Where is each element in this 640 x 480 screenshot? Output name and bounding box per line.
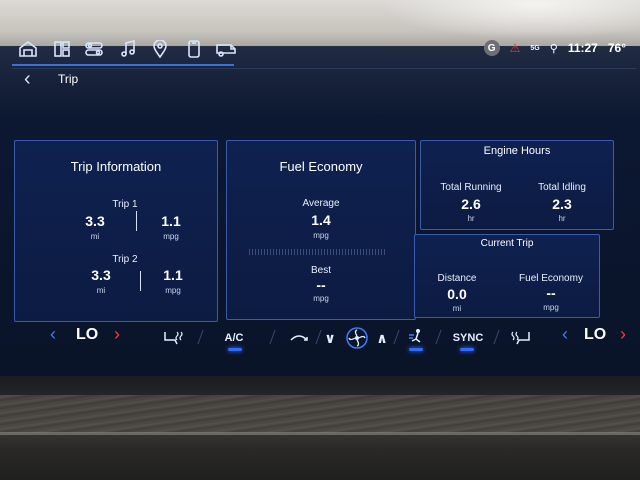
trip2-label: Trip 2	[112, 254, 138, 265]
nav-underline	[12, 64, 234, 66]
climate-divider	[493, 330, 500, 344]
best-label: Best	[310, 265, 331, 276]
trip1-economy: 1.1	[161, 213, 181, 229]
home-icon[interactable]	[16, 38, 40, 60]
phone-icon[interactable]	[182, 38, 206, 60]
left-temp-down-icon[interactable]: ‹	[50, 324, 56, 345]
current-fuel-economy-value: --	[546, 285, 556, 301]
fan-up-icon[interactable]: ∧	[374, 326, 390, 350]
heated-seat-left-button[interactable]	[156, 326, 190, 350]
status-area: G ⚠ 5G ⚲ 11:27 76°	[483, 40, 626, 56]
music-icon[interactable]	[116, 38, 140, 60]
average-unit: mpg	[313, 231, 329, 240]
air-mode-button[interactable]	[404, 326, 428, 350]
back-chevron-icon[interactable]: ‹	[24, 68, 31, 91]
clock: 11:27	[567, 41, 598, 55]
climate-divider	[197, 330, 204, 344]
climate-divider	[269, 330, 276, 344]
sync-button[interactable]: SYNC	[448, 326, 488, 350]
left-temp-value: LO	[76, 326, 99, 343]
chrome-trim-line	[0, 432, 640, 435]
network-label: 5G	[530, 44, 540, 52]
engine-hours-title: Engine Hours	[483, 145, 551, 157]
average-value: 1.4	[311, 212, 331, 228]
fan-icon	[346, 327, 368, 349]
fan-speed-button[interactable]	[344, 326, 370, 350]
page-title: Trip	[58, 72, 79, 86]
climate-divider	[393, 330, 400, 344]
fuel-economy-title: Fuel Economy	[279, 159, 363, 174]
current-trip-card[interactable]: Current Trip Distance 0.0 mi Fuel Econom…	[414, 234, 600, 318]
distance-label: Distance	[437, 273, 477, 284]
total-idling-unit: hr	[558, 214, 566, 223]
trip2-separator	[140, 271, 141, 291]
recirculation-button[interactable]	[284, 326, 314, 350]
climate-divider	[315, 330, 322, 344]
fuel-economy-card[interactable]: Fuel Economy Average 1.4 mpg Best -- mpg	[226, 140, 416, 320]
fan-down-icon[interactable]: ∨	[322, 326, 338, 350]
distance-unit: mi	[452, 304, 462, 313]
trip2-distance-unit: mi	[96, 286, 106, 295]
right-temp-up-icon[interactable]: ›	[620, 324, 626, 345]
climate-divider	[435, 330, 442, 344]
right-temp-down-icon[interactable]: ‹	[562, 324, 568, 345]
alert-icon: ⚠	[509, 41, 521, 55]
total-running-value: 2.6	[461, 196, 481, 212]
trip2-economy: 1.1	[163, 267, 183, 283]
apps-grid-icon[interactable]	[50, 38, 74, 60]
trip1-separator	[136, 211, 137, 231]
climate-bar: ‹ LO › A/C ∨ ∧ SYNC ‹ LO ›	[0, 318, 640, 358]
location-pin-icon[interactable]	[148, 38, 172, 60]
sync-indicator	[460, 348, 474, 351]
ac-indicator	[228, 348, 242, 351]
total-running-label: Total Running	[440, 182, 502, 193]
trip1-distance: 3.3	[85, 213, 105, 229]
engine-hours-card[interactable]: Engine Hours Total Running 2.6 hr Total …	[420, 140, 614, 230]
ac-button[interactable]: A/C	[214, 326, 254, 350]
location-status-icon: ⚲	[549, 42, 558, 55]
heated-seat-icon	[511, 331, 530, 345]
wood-trim	[0, 395, 640, 433]
topbar-divider	[12, 68, 636, 69]
heated-seat-icon	[164, 331, 183, 345]
top-bar: G ⚠ 5G ⚲ 11:27 76°	[12, 34, 632, 66]
total-idling-value: 2.3	[552, 196, 572, 212]
total-idling-label: Total Idling	[538, 182, 586, 193]
profile-avatar[interactable]: G	[483, 40, 500, 56]
left-temp-up-icon[interactable]: ›	[114, 324, 120, 345]
current-fuel-economy-unit: mpg	[543, 303, 559, 312]
trip1-distance-unit: mi	[90, 232, 100, 241]
trip2-distance: 3.3	[91, 267, 111, 283]
heated-seat-right-button[interactable]	[504, 326, 538, 350]
economy-history-bar	[249, 249, 385, 255]
trip2-economy-unit: mpg	[165, 286, 181, 295]
current-fuel-economy-label: Fuel Economy	[519, 273, 583, 284]
trip1-economy-unit: mpg	[163, 232, 179, 241]
total-running-unit: hr	[467, 214, 475, 223]
trip-information-card[interactable]: Trip Information Trip 1 3.3 mi 1.1 mpg T…	[14, 140, 218, 322]
best-value: --	[316, 277, 326, 293]
current-trip-title: Current Trip	[480, 238, 534, 249]
trip1-label: Trip 1	[112, 199, 138, 210]
distance-value: 0.0	[447, 286, 467, 302]
air-mode-indicator	[409, 348, 423, 351]
outside-temperature: 76°	[607, 41, 626, 55]
average-label: Average	[302, 198, 340, 209]
recirculation-icon	[290, 335, 308, 341]
best-unit: mpg	[313, 294, 329, 303]
air-flow-icon	[409, 329, 421, 343]
controls-icon[interactable]	[82, 38, 106, 60]
trip-information-title: Trip Information	[70, 159, 162, 174]
camper-icon[interactable]	[214, 38, 238, 60]
right-temp-value: LO	[584, 326, 607, 343]
